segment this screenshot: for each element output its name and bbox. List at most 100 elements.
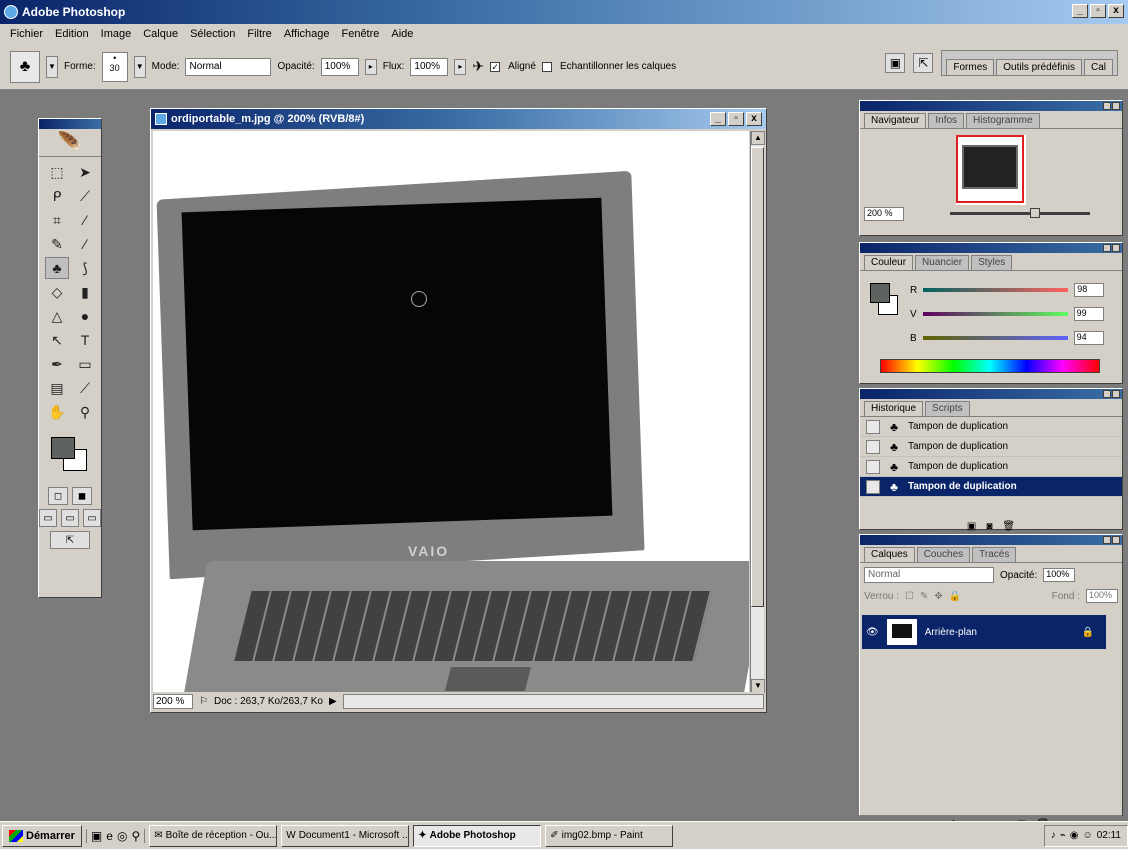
palette-minimize-icon[interactable] [1103, 390, 1111, 398]
close-button[interactable]: x [1108, 4, 1124, 18]
menu-image[interactable]: Image [95, 28, 138, 40]
doc-maximize-button[interactable]: ▫ [728, 112, 744, 126]
brush-dropdown[interactable]: ▼ [133, 55, 146, 78]
menu-aide[interactable]: Aide [385, 28, 419, 40]
pen-tool-icon[interactable]: ✒ [45, 353, 69, 375]
eraser-tool-icon[interactable]: ◇ [45, 281, 69, 303]
task-outlook[interactable]: ✉ Boîte de réception - Ou... [149, 824, 278, 847]
tab-historique[interactable]: Historique [864, 401, 924, 416]
scroll-down-icon[interactable]: ▼ [751, 679, 765, 693]
tab-histogramme[interactable]: Histogramme [966, 113, 1040, 128]
history-item[interactable]: ♣ Tampon de duplication [860, 417, 1122, 437]
scroll-up-icon[interactable]: ▲ [751, 131, 765, 145]
history-brush-icon[interactable]: ⟆ [73, 257, 97, 279]
color-spectrum-bar[interactable] [880, 359, 1100, 373]
slice-tool-icon[interactable]: ⁄ [73, 209, 97, 231]
palette-close-icon[interactable] [1112, 102, 1120, 110]
new-snapshot-icon[interactable]: ◙ [986, 521, 992, 532]
slider-v-value[interactable]: 99 [1073, 307, 1104, 321]
opacity-slider-button[interactable]: ▸ [364, 58, 377, 75]
magic-wand-icon[interactable]: ⟋ [73, 185, 97, 207]
history-item-selected[interactable]: ♣ Tampon de duplication [860, 477, 1122, 497]
search-icon[interactable]: ⚲ [131, 829, 140, 843]
palette-close-icon[interactable] [1112, 390, 1120, 398]
palette-minimize-icon[interactable] [1103, 102, 1111, 110]
menu-calque[interactable]: Calque [137, 28, 184, 40]
photoshop-feather-icon[interactable]: 🪶 [39, 129, 101, 157]
tool-preset-picker[interactable]: ♣ [10, 50, 40, 83]
blend-mode-select[interactable]: Normal [864, 567, 994, 583]
jump-imageready-icon[interactable]: ⇱ [50, 531, 90, 549]
task-photoshop[interactable]: ✦ Adobe Photoshop [413, 824, 542, 847]
clone-stamp-tool-icon[interactable]: ♣ [45, 257, 69, 279]
menu-affichage[interactable]: Affichage [278, 28, 336, 40]
task-paint[interactable]: ✐ img02.bmp - Paint [545, 824, 674, 847]
file-browser-icon[interactable]: ▣ [885, 53, 906, 73]
tab-scripts[interactable]: Scripts [925, 401, 970, 416]
navigator-zoom-field[interactable]: 200 % [864, 207, 904, 221]
maximize-button[interactable]: ▫ [1090, 4, 1106, 18]
status-menu-icon[interactable]: ⚐ [199, 696, 208, 707]
palette-close-icon[interactable] [1112, 536, 1120, 544]
well-tab-outils[interactable]: Outils prédéfinis [996, 59, 1082, 75]
echantillonner-checkbox[interactable] [541, 61, 552, 72]
menu-fichier[interactable]: Fichier [4, 28, 49, 40]
gradient-tool-icon[interactable]: ▮ [73, 281, 97, 303]
lock-move-icon[interactable]: ✥ [934, 591, 942, 602]
healing-brush-icon[interactable]: ✎ [45, 233, 69, 255]
history-snapshot-box[interactable] [866, 419, 880, 434]
palette-minimize-icon[interactable] [1103, 244, 1111, 252]
slider-b-value[interactable]: 94 [1073, 331, 1104, 345]
tray-icon-sound[interactable]: ♪ [1051, 830, 1056, 841]
marquee-tool-icon[interactable]: ⬚ [45, 161, 69, 183]
navigator-view-box[interactable] [956, 135, 1024, 203]
brush-picker[interactable]: • 30 [101, 51, 128, 82]
well-tab-calques[interactable]: Cal [1083, 59, 1113, 75]
navigator-palette-header[interactable] [860, 101, 1122, 111]
status-arrow-icon[interactable]: ▶ [329, 696, 337, 707]
visibility-eye-icon[interactable]: 👁 [866, 627, 879, 638]
layer-row[interactable]: 👁 Arrière-plan 🔒 [862, 615, 1106, 649]
slider-v-track[interactable] [922, 312, 1068, 316]
move-tool-icon[interactable]: ➤ [73, 161, 97, 183]
doc-close-button[interactable]: x [746, 112, 762, 126]
document-titlebar[interactable]: ordiportable_m.jpg @ 200% (RVB/8#) _ ▫ x [151, 109, 766, 129]
tray-icon-network[interactable]: ⌁ [1060, 830, 1066, 841]
navigator-zoom-slider[interactable] [950, 208, 1090, 218]
desktop-icon[interactable]: ▣ [91, 829, 102, 843]
flux-slider-button[interactable]: ▸ [454, 58, 467, 75]
hand-tool-icon[interactable]: ✋ [45, 401, 69, 423]
palette-minimize-icon[interactable] [1103, 536, 1111, 544]
tab-calques[interactable]: Calques [864, 547, 915, 562]
history-snapshot-box[interactable] [866, 479, 880, 494]
lock-paint-icon[interactable]: ✎ [920, 591, 928, 602]
color-palette-header[interactable] [860, 243, 1122, 253]
screen-mode-full-icon[interactable]: ▭ [83, 509, 101, 527]
foreground-color-swatch[interactable] [51, 437, 75, 459]
standard-mode-icon[interactable]: ◻ [48, 487, 68, 505]
zoom-tool-icon[interactable]: ⚲ [73, 401, 97, 423]
aligne-checkbox[interactable]: ✓ [490, 61, 501, 72]
shape-tool-icon[interactable]: ▭ [73, 353, 97, 375]
scroll-thumb[interactable] [751, 147, 764, 607]
tab-couches[interactable]: Couches [916, 547, 971, 562]
layers-palette-header[interactable] [860, 535, 1122, 545]
jump-to-imageready-icon[interactable]: ⇱ [913, 53, 934, 73]
zoom-field[interactable]: 200 % [153, 693, 193, 709]
history-item[interactable]: ♣ Tampon de duplication [860, 457, 1122, 477]
history-snapshot-box[interactable] [866, 439, 880, 454]
lock-all-icon[interactable]: 🔒 [949, 591, 961, 602]
lock-transparency-icon[interactable]: ☐ [905, 591, 914, 602]
lasso-tool-icon[interactable]: ᑭ [45, 185, 69, 207]
tab-nuancier[interactable]: Nuancier [915, 255, 970, 270]
clock[interactable]: 02:11 [1097, 830, 1121, 841]
history-palette-header[interactable] [860, 389, 1122, 399]
task-word[interactable]: W Document1 - Microsoft ... [281, 824, 410, 847]
brush-tool-icon[interactable]: ∕ [73, 233, 97, 255]
screen-mode-standard-icon[interactable]: ▭ [39, 509, 57, 527]
history-snapshot-box[interactable] [866, 459, 880, 474]
tab-navigateur[interactable]: Navigateur [864, 113, 927, 128]
vertical-scrollbar[interactable]: ▲ ▼ [750, 131, 765, 693]
flux-field[interactable]: 100% [410, 57, 449, 76]
history-item[interactable]: ♣ Tampon de duplication [860, 437, 1122, 457]
